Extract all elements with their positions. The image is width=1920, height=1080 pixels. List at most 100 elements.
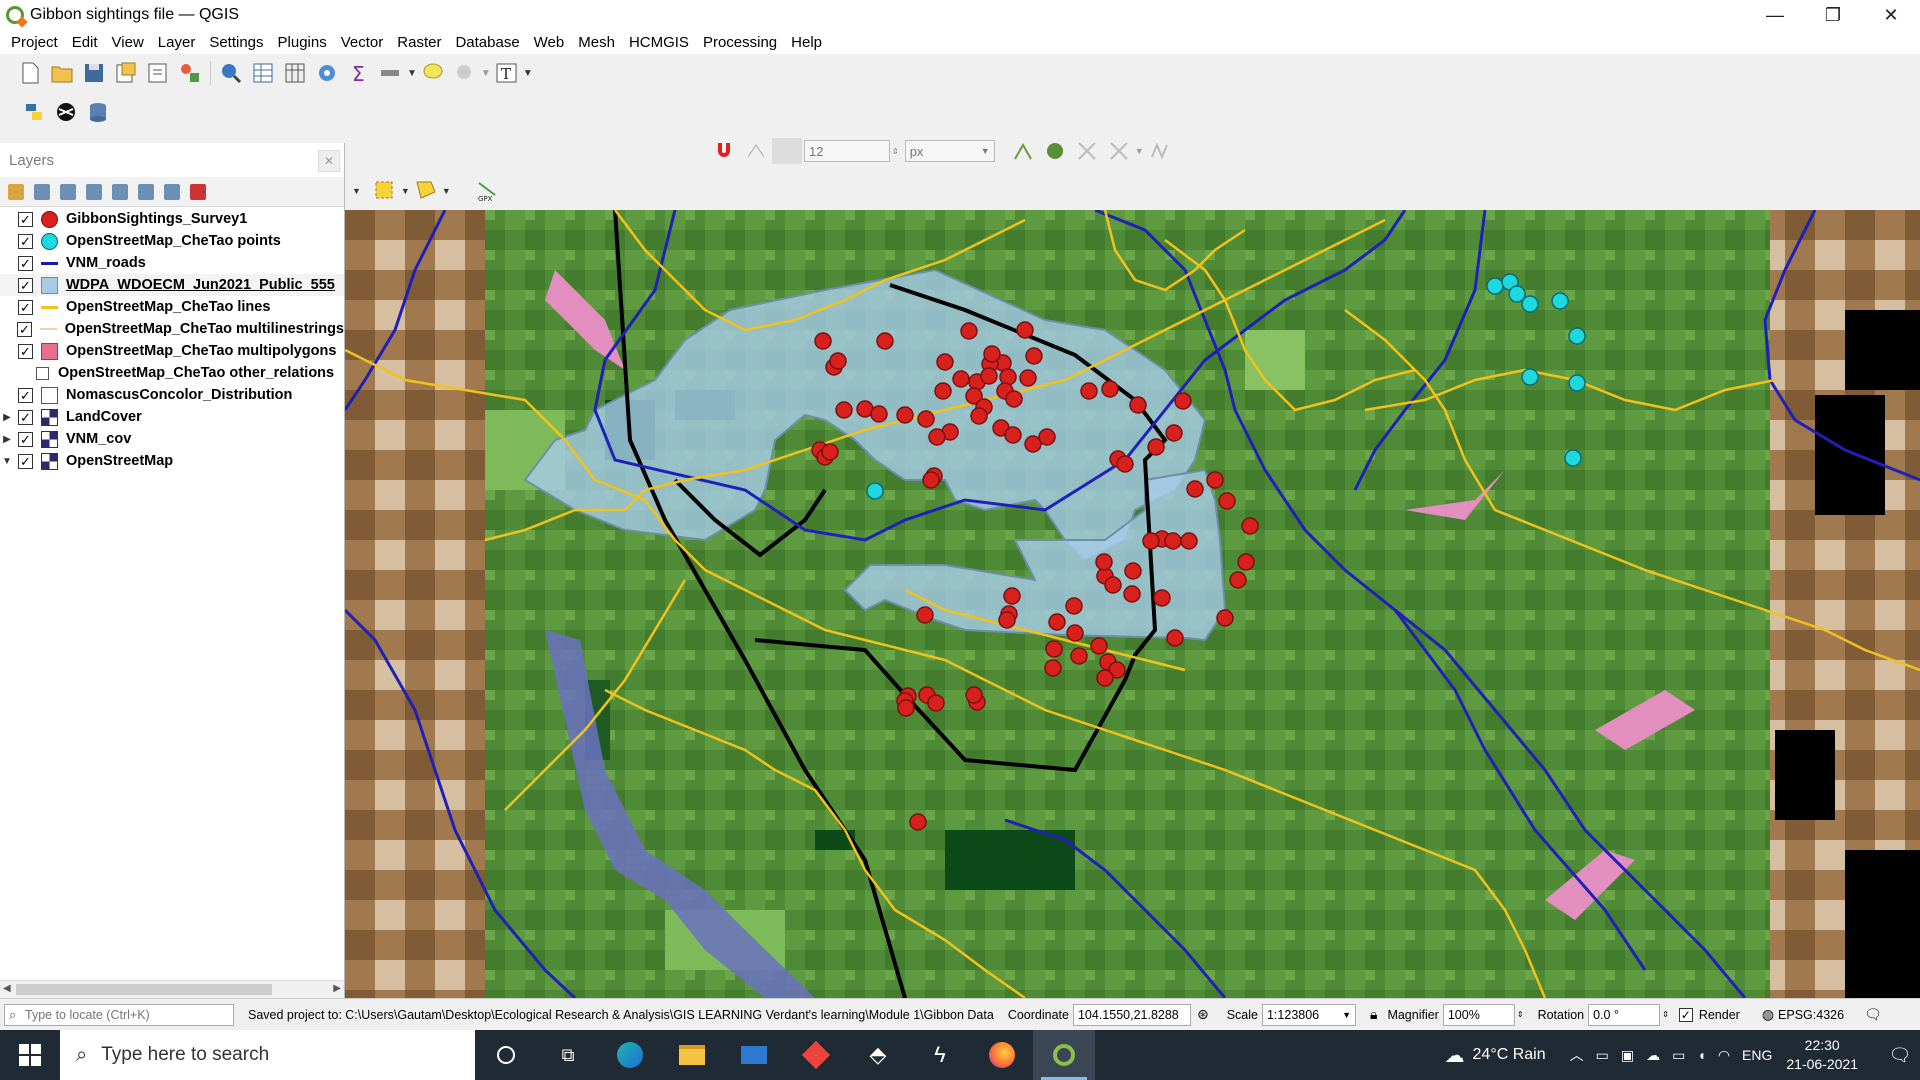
menu-edit[interactable]: Edit <box>65 34 105 51</box>
menu-layer[interactable]: Layer <box>151 34 203 51</box>
menu-settings[interactable]: Settings <box>202 34 270 51</box>
menu-plugins[interactable]: Plugins <box>271 34 334 51</box>
layer-visibility-checkbox[interactable]: ✓ <box>18 277 33 293</box>
weather-cloud-icon[interactable]: ☁ <box>1445 1043 1465 1068</box>
rotation-field[interactable] <box>1588 1003 1661 1026</box>
toggle-extents-icon[interactable]: ⊛ <box>1197 1006 1209 1023</box>
meet-now-icon[interactable]: ▣ <box>1621 1047 1634 1064</box>
remove-layer-icon[interactable] <box>190 183 206 200</box>
taskbar-search-box[interactable]: ⌕ Type here to search <box>60 1030 475 1080</box>
magnifier-stepper[interactable]: ⇕ <box>1517 1010 1524 1019</box>
map-tips-icon[interactable] <box>421 61 445 85</box>
anydesk-app-icon[interactable] <box>785 1030 847 1080</box>
menu-view[interactable]: View <box>105 34 151 51</box>
select-by-expression-icon[interactable] <box>373 179 397 203</box>
filter-by-expression-icon[interactable] <box>112 183 128 200</box>
gpx-tool-icon[interactable]: GPX <box>475 179 499 203</box>
layer-row-osm-multilinestrings[interactable]: ✓ OpenStreetMap_CheTao multilinestrings <box>0 318 344 340</box>
snap-intersection-icon[interactable] <box>1043 139 1067 163</box>
menu-help[interactable]: Help <box>784 34 829 51</box>
menu-raster[interactable]: Raster <box>390 34 448 51</box>
measure-icon[interactable] <box>379 61 403 85</box>
db-manager-icon[interactable] <box>86 100 110 124</box>
layer-row-osm-multipolygons[interactable]: ✓ OpenStreetMap_CheTao multipolygons <box>0 340 344 362</box>
chevron-up-icon[interactable]: ︿ <box>1570 1045 1584 1065</box>
manage-map-themes-icon[interactable] <box>60 183 76 200</box>
qgis-app-icon[interactable] <box>1033 1030 1095 1080</box>
notes-icon[interactable]: ▭ <box>1596 1047 1609 1064</box>
snap-vertex-icon[interactable] <box>744 139 768 163</box>
zoom-next-icon[interactable] <box>453 61 477 85</box>
layout-manager-icon[interactable] <box>146 61 170 85</box>
filter-legend-icon[interactable] <box>86 183 102 200</box>
layer-expander[interactable]: ▶ <box>0 412 14 423</box>
start-button[interactable] <box>0 1030 60 1080</box>
self-snapping-icon[interactable] <box>1107 139 1131 163</box>
layer-visibility-checkbox[interactable]: ✓ <box>18 431 33 447</box>
layer-visibility-checkbox[interactable]: ✓ <box>18 387 33 403</box>
layer-visibility-checkbox[interactable]: ✓ <box>18 299 33 315</box>
scale-combobox[interactable]: 1:123806 ▼ <box>1261 1003 1356 1026</box>
tracing-icon[interactable] <box>1148 139 1172 163</box>
field-calculator-icon[interactable] <box>283 61 307 85</box>
menu-vector[interactable]: Vector <box>334 34 391 51</box>
layer-row-vnm-cov[interactable]: ▶ ✓ VNM_cov <box>0 428 344 450</box>
layer-visibility-checkbox[interactable]: ✓ <box>18 453 33 469</box>
plugin-globe-icon[interactable] <box>54 100 78 124</box>
layer-row-osm-other-relations[interactable]: OpenStreetMap_CheTao other_relations <box>0 362 344 384</box>
crs-value[interactable]: EPSG:4326 <box>1778 1008 1844 1022</box>
menu-project[interactable]: Project <box>4 34 65 51</box>
layer-row-osm-points[interactable]: ✓ OpenStreetMap_CheTao points <box>0 230 344 252</box>
layer-row-openstreetmap[interactable]: ▼ ✓ OpenStreetMap <box>0 450 344 472</box>
new-project-icon[interactable] <box>18 61 42 85</box>
open-project-icon[interactable] <box>50 61 74 85</box>
menu-processing[interactable]: Processing <box>696 34 784 51</box>
identify-icon[interactable] <box>219 61 243 85</box>
layer-row-gibbonsightings[interactable]: ✓ GibbonSightings_Survey1 <box>0 208 344 230</box>
onedrive-icon[interactable]: ☁ <box>1646 1047 1660 1064</box>
processing-toolbox-icon[interactable] <box>315 61 339 85</box>
panel-close-button[interactable]: ✕ <box>318 150 340 172</box>
snapping-unit-select[interactable]: px ▼ <box>904 140 995 162</box>
edge-app-icon[interactable] <box>599 1030 661 1080</box>
messages-icon[interactable]: 🗨︎ <box>1864 1006 1882 1023</box>
layer-visibility-checkbox[interactable]: ✓ <box>18 211 33 227</box>
map-canvas[interactable] <box>345 210 1920 998</box>
minimize-button[interactable]: — <box>1746 0 1804 30</box>
cortana-button[interactable] <box>475 1030 537 1080</box>
volume-icon[interactable]: ◖ <box>1697 1047 1705 1063</box>
layer-expander[interactable]: ▼ <box>0 456 14 467</box>
taskbar-clock[interactable]: 22:30 21-06-2021 <box>1786 1036 1858 1074</box>
restore-button[interactable]: ❐ <box>1804 0 1862 30</box>
statistics-icon[interactable]: Σ <box>347 61 371 85</box>
layer-visibility-checkbox[interactable]: ✓ <box>18 343 33 359</box>
new-print-layout-icon[interactable] <box>114 61 138 85</box>
crs-globe-icon[interactable]: ◍ <box>1762 1006 1774 1023</box>
add-group-icon[interactable] <box>34 183 50 200</box>
layer-row-landcover[interactable]: ▶ ✓ LandCover <box>0 406 344 428</box>
attribute-table-icon[interactable] <box>251 61 275 85</box>
snapping-tolerance-field[interactable] <box>804 140 890 162</box>
save-project-icon[interactable] <box>82 61 106 85</box>
rotation-stepper[interactable]: ⇕ <box>1662 1010 1669 1019</box>
collapse-all-icon[interactable] <box>164 183 180 200</box>
layer-row-osm-lines[interactable]: ✓ OpenStreetMap_CheTao lines <box>0 296 344 318</box>
menu-database[interactable]: Database <box>448 34 526 51</box>
layer-row-vnm-roads[interactable]: ✓ VNM_roads <box>0 252 344 274</box>
file-explorer-app-icon[interactable] <box>661 1030 723 1080</box>
mail-app-icon[interactable] <box>723 1030 785 1080</box>
notification-center-icon[interactable]: 🗨︎ <box>1880 1045 1920 1066</box>
render-checkbox[interactable]: ✓ <box>1678 1007 1693 1022</box>
layer-visibility-checkbox[interactable]: ✓ <box>17 321 32 337</box>
snapping-magnet-icon[interactable] <box>712 139 736 163</box>
layer-visibility-checkbox[interactable]: ✓ <box>18 409 33 425</box>
menu-web[interactable]: Web <box>527 34 572 51</box>
style-manager-icon[interactable] <box>178 61 202 85</box>
menu-hcmgis[interactable]: HCMGIS <box>622 34 696 51</box>
layers-horizontal-scrollbar[interactable]: ◀ ▶ <box>0 980 344 998</box>
bolt-app-icon[interactable]: ϟ <box>909 1030 971 1080</box>
dropbox-app-icon[interactable]: ⬘ <box>847 1030 909 1080</box>
avoid-overlap-icon[interactable] <box>1075 139 1099 163</box>
expand-all-icon[interactable] <box>138 183 154 200</box>
layer-expander[interactable]: ▶ <box>0 434 14 445</box>
